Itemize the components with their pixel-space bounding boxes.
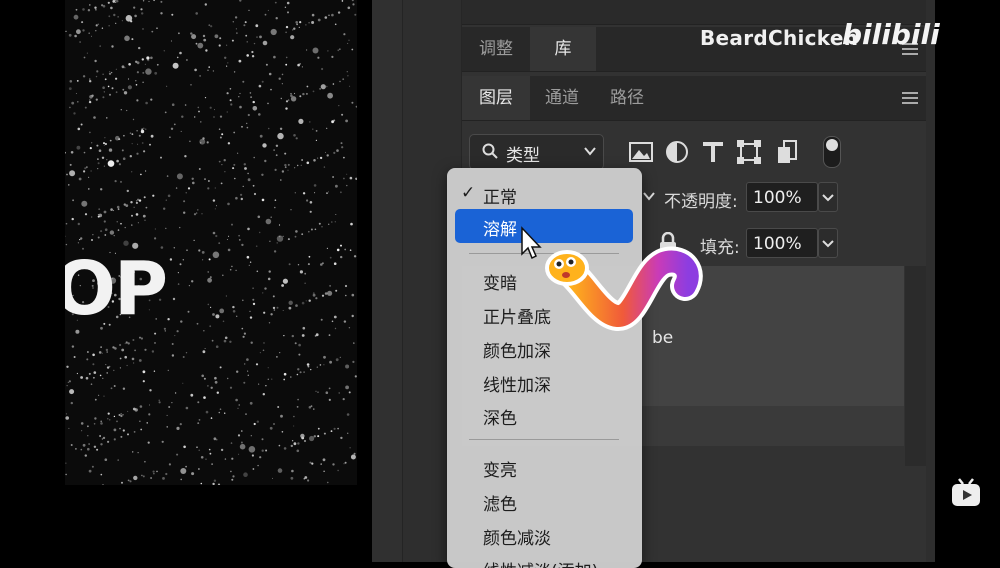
menu-item-multiply[interactable]: 正片叠底 xyxy=(483,303,551,328)
smart-object-filter-icon[interactable] xyxy=(776,139,802,165)
adjustment-filter-icon[interactable] xyxy=(664,139,690,165)
menu-item-lighten[interactable]: 变亮 xyxy=(483,456,517,481)
image-filter-icon[interactable] xyxy=(628,139,654,165)
opacity-input[interactable]: 100% xyxy=(746,182,818,212)
menu-item-color-dodge[interactable]: 颜色减淡 xyxy=(483,524,551,549)
watermark-author: BeardChicken xyxy=(700,26,859,50)
watermark-logo: bilibili xyxy=(842,18,940,51)
filter-kind-select[interactable]: 类型 xyxy=(469,134,604,170)
canvas-text: OP xyxy=(65,246,168,332)
tv-logo-icon xyxy=(952,478,980,506)
opacity-label: 不透明度: xyxy=(664,192,738,212)
filter-toggle[interactable] xyxy=(823,136,841,168)
document-canvas[interactable]: OP xyxy=(65,0,357,485)
menu-item-screen[interactable]: 滤色 xyxy=(483,490,517,515)
chevron-down-icon xyxy=(822,194,834,202)
tab-layers[interactable]: 图层 xyxy=(462,76,530,120)
shape-filter-icon[interactable] xyxy=(736,139,762,165)
menu-separator xyxy=(469,439,619,440)
menu-item-linear-burn[interactable]: 线性加深 xyxy=(483,371,551,396)
tab-libraries[interactable]: 库 xyxy=(530,27,596,71)
tab-adjustments[interactable]: 调整 xyxy=(462,27,530,71)
chevron-down-icon[interactable] xyxy=(642,190,656,202)
menu-item-normal[interactable]: 正常 xyxy=(483,183,517,208)
tab-channels[interactable]: 通道 xyxy=(530,76,594,120)
fill-input[interactable]: 100% xyxy=(746,228,818,258)
type-filter-icon[interactable] xyxy=(700,139,726,165)
filter-kind-label: 类型 xyxy=(506,146,540,166)
worm-sticker-icon xyxy=(545,246,703,331)
chevron-down-icon xyxy=(822,240,834,248)
menu-item-linear-dodge[interactable]: 线性减淡(添加) xyxy=(483,557,598,568)
pointer-cursor-icon xyxy=(521,226,542,260)
menu-item-color-burn[interactable]: 颜色加深 xyxy=(483,337,551,362)
speckle-texture xyxy=(65,0,357,485)
main-tab-row: 图层 通道 路径 xyxy=(462,76,926,121)
menu-item-darker-color[interactable]: 深色 xyxy=(483,404,517,429)
fill-dropdown[interactable] xyxy=(818,228,838,258)
search-icon xyxy=(482,143,498,159)
tool-strip xyxy=(372,0,403,562)
panel-scrollbar[interactable] xyxy=(905,266,926,466)
menu-icon[interactable] xyxy=(902,92,918,104)
menu-item-darken[interactable]: 变暗 xyxy=(483,269,517,294)
checkmark-icon: ✓ xyxy=(461,183,476,203)
menu-item-dissolve-label: 溶解 xyxy=(483,220,517,240)
tab-paths[interactable]: 路径 xyxy=(594,76,660,120)
chevron-down-icon xyxy=(584,147,596,156)
opacity-dropdown[interactable] xyxy=(818,182,838,212)
